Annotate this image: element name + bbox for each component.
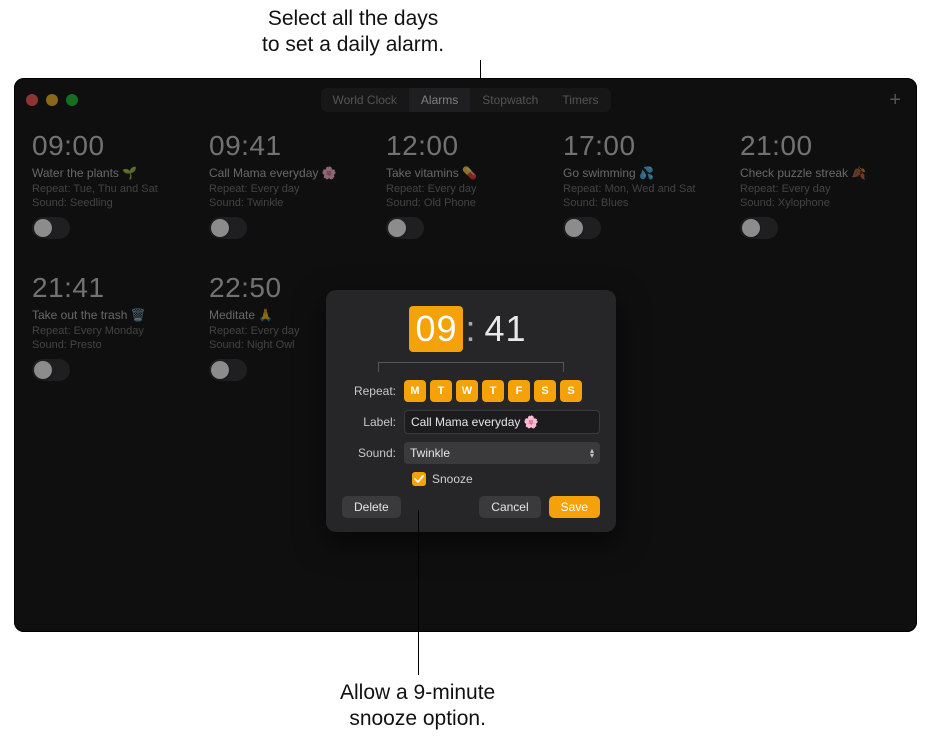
label-row: Label: bbox=[342, 410, 600, 434]
alarm-repeat: Repeat: Tue, Thu and Sat bbox=[32, 183, 191, 195]
alarm-time: 17:00 bbox=[563, 130, 722, 162]
alarm-label: Take out the trash 🗑️ bbox=[32, 308, 191, 322]
alarm-card[interactable]: 21:41 Take out the trash 🗑️ Repeat: Ever… bbox=[32, 272, 191, 392]
repeat-day-fri[interactable]: F bbox=[508, 380, 530, 402]
tab-timers[interactable]: Timers bbox=[550, 88, 610, 112]
alarm-toggle[interactable] bbox=[563, 217, 601, 239]
alarm-card[interactable]: 12:00 Take vitamins 💊 Repeat: Every day … bbox=[386, 130, 545, 250]
tab-stopwatch[interactable]: Stopwatch bbox=[470, 88, 550, 112]
snooze-row: Snooze bbox=[412, 472, 600, 486]
label-field-label: Label: bbox=[342, 415, 404, 429]
window-controls bbox=[26, 94, 78, 106]
alarm-time: 09:00 bbox=[32, 130, 191, 162]
edit-alarm-dialog: 09 : 41 Repeat: M T W T F S S Label: Sou… bbox=[326, 290, 616, 532]
alarm-toggle[interactable] bbox=[740, 217, 778, 239]
zoom-window-icon[interactable] bbox=[66, 94, 78, 106]
alarm-label: Take vitamins 💊 bbox=[386, 166, 545, 180]
alarm-label: Water the plants 🌱 bbox=[32, 166, 191, 180]
save-button[interactable]: Save bbox=[549, 496, 600, 518]
repeat-day-wed[interactable]: W bbox=[456, 380, 478, 402]
alarm-sound: Sound: Seedling bbox=[32, 197, 191, 209]
alarm-repeat: Repeat: Every Monday bbox=[32, 325, 191, 337]
alarm-toggle[interactable] bbox=[386, 217, 424, 239]
alarm-repeat: Repeat: Mon, Wed and Sat bbox=[563, 183, 722, 195]
alarm-toggle[interactable] bbox=[209, 217, 247, 239]
repeat-day-buttons: M T W T F S S bbox=[404, 380, 582, 402]
minute-field[interactable]: 41 bbox=[479, 306, 533, 352]
repeat-day-sun[interactable]: S bbox=[560, 380, 582, 402]
updown-stepper-icon: ▴▾ bbox=[590, 448, 594, 458]
alarm-label: Call Mama everyday 🌸 bbox=[209, 166, 368, 180]
tab-segmented-control: World Clock Alarms Stopwatch Timers bbox=[320, 88, 610, 112]
repeat-day-tue[interactable]: T bbox=[430, 380, 452, 402]
add-alarm-button[interactable]: + bbox=[889, 90, 901, 110]
repeat-day-mon[interactable]: M bbox=[404, 380, 426, 402]
alarm-sound: Sound: Presto bbox=[32, 339, 191, 351]
leader-bottom bbox=[418, 510, 419, 675]
close-window-icon[interactable] bbox=[26, 94, 38, 106]
alarm-card[interactable]: 21:00 Check puzzle streak 🍂 Repeat: Ever… bbox=[740, 130, 899, 250]
alarm-time: 21:00 bbox=[740, 130, 899, 162]
alarm-toggle[interactable] bbox=[32, 217, 70, 239]
repeat-day-thu[interactable]: T bbox=[482, 380, 504, 402]
time-picker[interactable]: 09 : 41 bbox=[342, 306, 600, 352]
alarm-sound: Sound: Old Phone bbox=[386, 197, 545, 209]
dialog-buttons: Delete Cancel Save bbox=[342, 496, 600, 518]
alarm-time: 21:41 bbox=[32, 272, 191, 304]
cancel-button[interactable]: Cancel bbox=[479, 496, 540, 518]
tab-world-clock[interactable]: World Clock bbox=[320, 88, 408, 112]
alarm-sound: Sound: Xylophone bbox=[740, 197, 899, 209]
tab-alarms[interactable]: Alarms bbox=[409, 88, 470, 112]
repeat-day-sat[interactable]: S bbox=[534, 380, 556, 402]
alarm-label-input[interactable] bbox=[404, 410, 600, 434]
repeat-row: Repeat: M T W T F S S bbox=[342, 380, 600, 402]
time-colon: : bbox=[463, 308, 478, 350]
sound-select-value: Twinkle bbox=[410, 446, 450, 460]
repeat-bracket bbox=[378, 362, 564, 372]
snooze-label: Snooze bbox=[432, 472, 473, 486]
alarm-card[interactable]: 09:00 Water the plants 🌱 Repeat: Tue, Th… bbox=[32, 130, 191, 250]
clock-app-window: World Clock Alarms Stopwatch Timers + 09… bbox=[14, 78, 917, 632]
sound-select[interactable]: Twinkle ▴▾ bbox=[404, 442, 600, 464]
alarm-repeat: Repeat: Every day bbox=[740, 183, 899, 195]
hour-field[interactable]: 09 bbox=[409, 306, 463, 352]
alarm-time: 12:00 bbox=[386, 130, 545, 162]
minimize-window-icon[interactable] bbox=[46, 94, 58, 106]
repeat-label: Repeat: bbox=[342, 384, 404, 398]
alarm-time: 09:41 bbox=[209, 130, 368, 162]
snooze-checkbox[interactable] bbox=[412, 472, 426, 486]
alarm-repeat: Repeat: Every day bbox=[209, 183, 368, 195]
alarm-sound: Sound: Twinkle bbox=[209, 197, 368, 209]
sound-row: Sound: Twinkle ▴▾ bbox=[342, 442, 600, 464]
alarm-label: Check puzzle streak 🍂 bbox=[740, 166, 899, 180]
annotation-bottom: Allow a 9-minute snooze option. bbox=[340, 680, 495, 733]
alarm-label: Go swimming 💦 bbox=[563, 166, 722, 180]
alarm-sound: Sound: Blues bbox=[563, 197, 722, 209]
alarm-card[interactable]: 17:00 Go swimming 💦 Repeat: Mon, Wed and… bbox=[563, 130, 722, 250]
alarm-toggle[interactable] bbox=[209, 359, 247, 381]
alarm-card[interactable]: 09:41 Call Mama everyday 🌸 Repeat: Every… bbox=[209, 130, 368, 250]
titlebar: World Clock Alarms Stopwatch Timers + bbox=[14, 78, 917, 122]
delete-button[interactable]: Delete bbox=[342, 496, 401, 518]
alarm-repeat: Repeat: Every day bbox=[386, 183, 545, 195]
checkmark-icon bbox=[414, 474, 424, 484]
sound-field-label: Sound: bbox=[342, 446, 404, 460]
alarm-toggle[interactable] bbox=[32, 359, 70, 381]
annotation-top: Select all the days to set a daily alarm… bbox=[262, 6, 444, 59]
